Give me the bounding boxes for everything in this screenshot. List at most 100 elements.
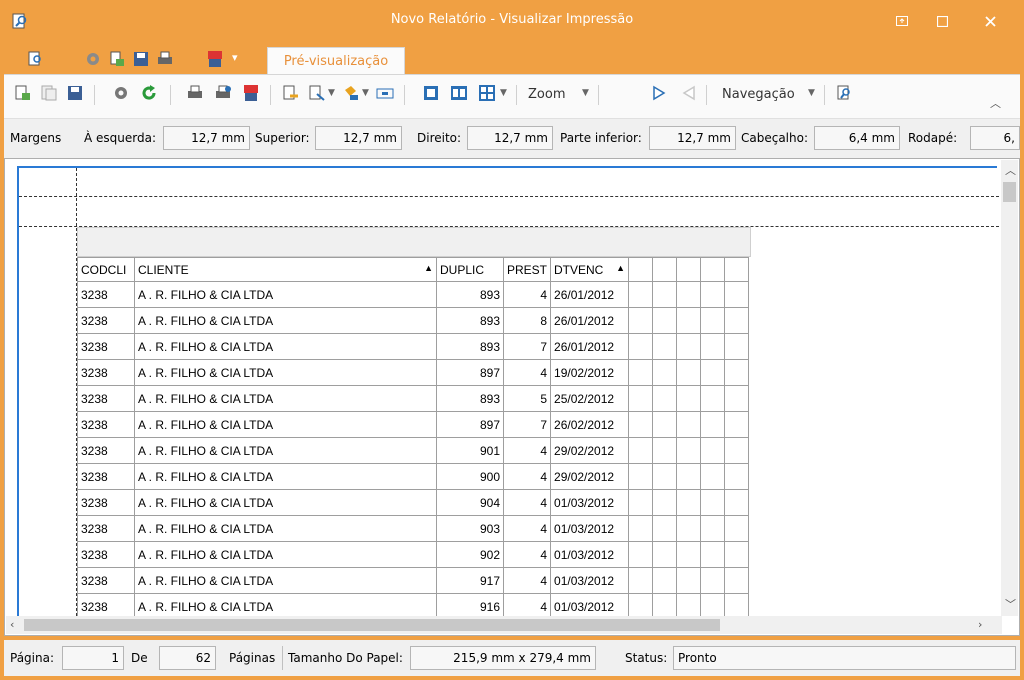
- empty-cell: [652, 541, 678, 568]
- send-dropdown-arrow[interactable]: ▼: [328, 88, 335, 98]
- top-margin-field[interactable]: 12,7 mm: [315, 126, 402, 150]
- collapse-ribbon-chevron-icon[interactable]: ︿: [990, 95, 1001, 111]
- cell-codcli: 3238: [77, 385, 135, 412]
- two-pages-icon[interactable]: [450, 84, 468, 102]
- quick-access-toolbar: ▾: [0, 44, 1024, 74]
- maximize-button[interactable]: [927, 8, 957, 34]
- table-row: 3238 A . R. FILHO & CIA LTDA 893 4 26/01/201…: [77, 281, 750, 308]
- table-row: 3238 A . R. FILHO & CIA LTDA 917 4 01/03/201…: [77, 567, 750, 594]
- cell-dtvenc: 01/03/2012: [550, 541, 630, 568]
- export-document-icon[interactable]: [108, 50, 126, 68]
- separator: [170, 85, 171, 105]
- empty-cell: [676, 281, 702, 308]
- vertical-scrollbar[interactable]: ︿ ﹀: [1001, 160, 1018, 616]
- next-page-icon[interactable]: [650, 84, 668, 102]
- save-icon[interactable]: [66, 84, 84, 102]
- maximize-icon: [936, 15, 948, 27]
- empty-cell: [628, 333, 654, 360]
- page-setup-gear-icon[interactable]: [112, 84, 130, 102]
- refresh-icon[interactable]: [140, 84, 158, 102]
- right-margin-label: Direito:: [417, 131, 462, 145]
- settings-gear-icon[interactable]: [84, 50, 102, 68]
- empty-cell: [628, 489, 654, 516]
- title-bar: Novo Relatório - Visualizar Impressão: [0, 0, 1024, 44]
- footer-margin-field[interactable]: 6,: [970, 126, 1020, 150]
- multiple-pages-dropdown-arrow[interactable]: ▼: [500, 88, 507, 98]
- page-color-dropdown-arrow[interactable]: ▼: [362, 88, 369, 98]
- scroll-left-icon[interactable]: ‹: [10, 618, 14, 631]
- open-document-icon[interactable]: [14, 84, 32, 102]
- zoom-menu[interactable]: Zoom: [528, 87, 565, 102]
- cell-cliente: A . R. FILHO & CIA LTDA: [134, 333, 437, 360]
- col-duplic: DUPLIC: [436, 257, 504, 282]
- cell-prest: 4: [502, 541, 552, 568]
- close-button[interactable]: [975, 8, 1005, 34]
- empty-cell: [700, 281, 726, 308]
- report-table: CODCLI CLIENTE ▲ DUPLIC PREST DTVENC ▲ 323…: [77, 257, 750, 620]
- paper-size-label: Tamanho Do Papel:: [288, 651, 403, 665]
- cell-cliente: A . R. FILHO & CIA LTDA: [134, 463, 437, 490]
- bottom-margin-field[interactable]: 12,7 mm: [649, 126, 736, 150]
- right-margin-field[interactable]: 12,7 mm: [467, 126, 553, 150]
- scroll-right-icon[interactable]: ›: [978, 618, 982, 631]
- export-pdf-icon[interactable]: [206, 50, 224, 68]
- empty-cell: [724, 515, 750, 542]
- send-email-icon[interactable]: [308, 84, 326, 102]
- find-icon[interactable]: [836, 84, 854, 102]
- separator: [404, 85, 405, 105]
- cell-duplic: 893: [436, 333, 504, 360]
- empty-cell: [676, 567, 702, 594]
- cell-dtvenc: 26/01/2012: [550, 307, 630, 334]
- navigation-menu[interactable]: Navegação: [722, 87, 795, 102]
- footer-margin-label: Rodapé:: [908, 131, 958, 145]
- quick-print-icon[interactable]: [214, 84, 232, 102]
- ribbon-display-options-button[interactable]: [887, 8, 917, 34]
- col-codcli: CODCLI: [77, 257, 135, 282]
- page-color-icon[interactable]: [342, 84, 360, 102]
- multiple-pages-icon[interactable]: [478, 84, 496, 102]
- horizontal-scrollbar[interactable]: ‹ ›: [6, 616, 1002, 634]
- table-row: 3238 A . R. FILHO & CIA LTDA 904 4 01/03/201…: [77, 489, 750, 516]
- current-page-field[interactable]: 1: [62, 646, 124, 670]
- preview-area[interactable]: CODCLI CLIENTE ▲ DUPLIC PREST DTVENC ▲ 323…: [4, 158, 1020, 636]
- vertical-scroll-thumb[interactable]: [1003, 182, 1016, 202]
- horizontal-scroll-thumb[interactable]: [24, 619, 720, 631]
- customize-qat-dropdown[interactable]: ▾: [232, 51, 238, 64]
- window-restore-icon: [896, 16, 908, 26]
- cell-prest: 7: [502, 411, 552, 438]
- print-icon[interactable]: [156, 50, 174, 68]
- single-page-icon[interactable]: [422, 84, 440, 102]
- cell-prest: 4: [502, 489, 552, 516]
- zoom-dropdown-arrow[interactable]: ▼: [582, 88, 589, 98]
- watermark-icon[interactable]: [376, 84, 394, 102]
- save-icon[interactable]: [132, 50, 150, 68]
- export-to-icon[interactable]: [282, 84, 300, 102]
- scroll-up-icon[interactable]: ︿: [1005, 162, 1016, 178]
- empty-cell: [652, 463, 678, 490]
- cell-duplic: 903: [436, 515, 504, 542]
- app-menu-icon[interactable]: [26, 50, 44, 68]
- bottom-margin-label: Parte inferior:: [560, 131, 642, 145]
- export-pdf-icon[interactable]: [242, 84, 260, 102]
- separator: [516, 85, 517, 105]
- navigation-dropdown-arrow[interactable]: ▼: [808, 88, 815, 98]
- separator: [282, 646, 283, 670]
- empty-cell: [724, 281, 750, 308]
- cell-duplic: 904: [436, 489, 504, 516]
- previous-page-icon[interactable]: [680, 84, 698, 102]
- empty-cell: [676, 541, 702, 568]
- scroll-down-icon[interactable]: ﹀: [1005, 596, 1016, 612]
- sort-ascending-icon: ▲: [616, 262, 626, 273]
- cell-duplic: 893: [436, 307, 504, 334]
- empty-cell: [652, 307, 678, 334]
- empty-cell: [700, 437, 726, 464]
- header-margin-field[interactable]: 6,4 mm: [814, 126, 900, 150]
- copy-document-icon[interactable]: [40, 84, 58, 102]
- empty-cell: [700, 489, 726, 516]
- print-icon[interactable]: [186, 84, 204, 102]
- tab-pre-visualizacao[interactable]: Pré-visualização: [267, 47, 405, 75]
- empty-cell: [700, 333, 726, 360]
- cell-duplic: 901: [436, 437, 504, 464]
- left-margin-field[interactable]: 12,7 mm: [163, 126, 250, 150]
- table-row: 3238 A . R. FILHO & CIA LTDA 893 7 26/01/201…: [77, 333, 750, 360]
